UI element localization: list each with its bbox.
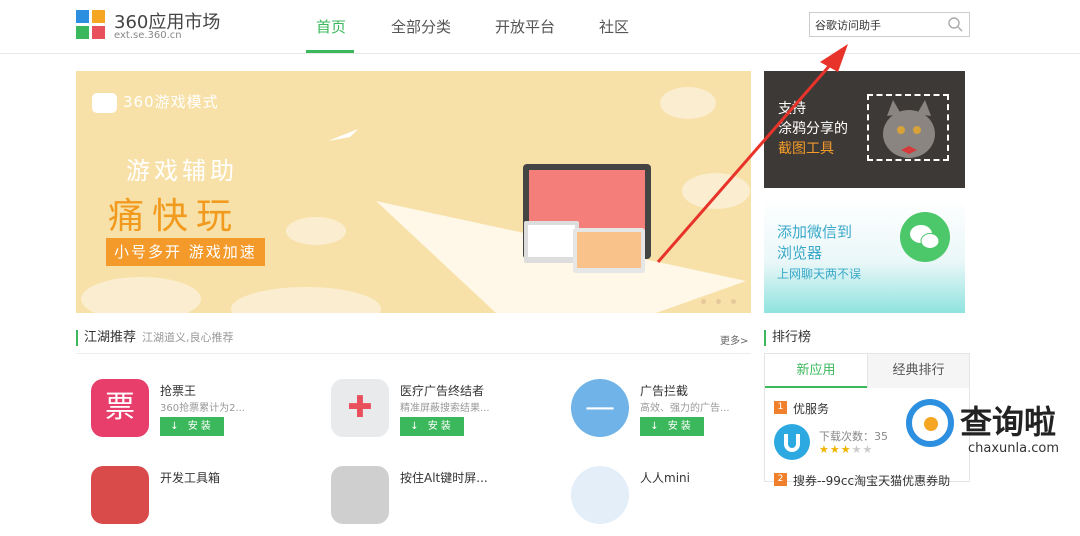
watermark-text: 查询啦 bbox=[960, 403, 1057, 441]
watermark-logo: 查询啦 chaxunla.com bbox=[902, 395, 1080, 465]
watermark-url: chaxunla.com bbox=[968, 441, 1059, 456]
magnifier-logo-icon bbox=[906, 399, 954, 447]
